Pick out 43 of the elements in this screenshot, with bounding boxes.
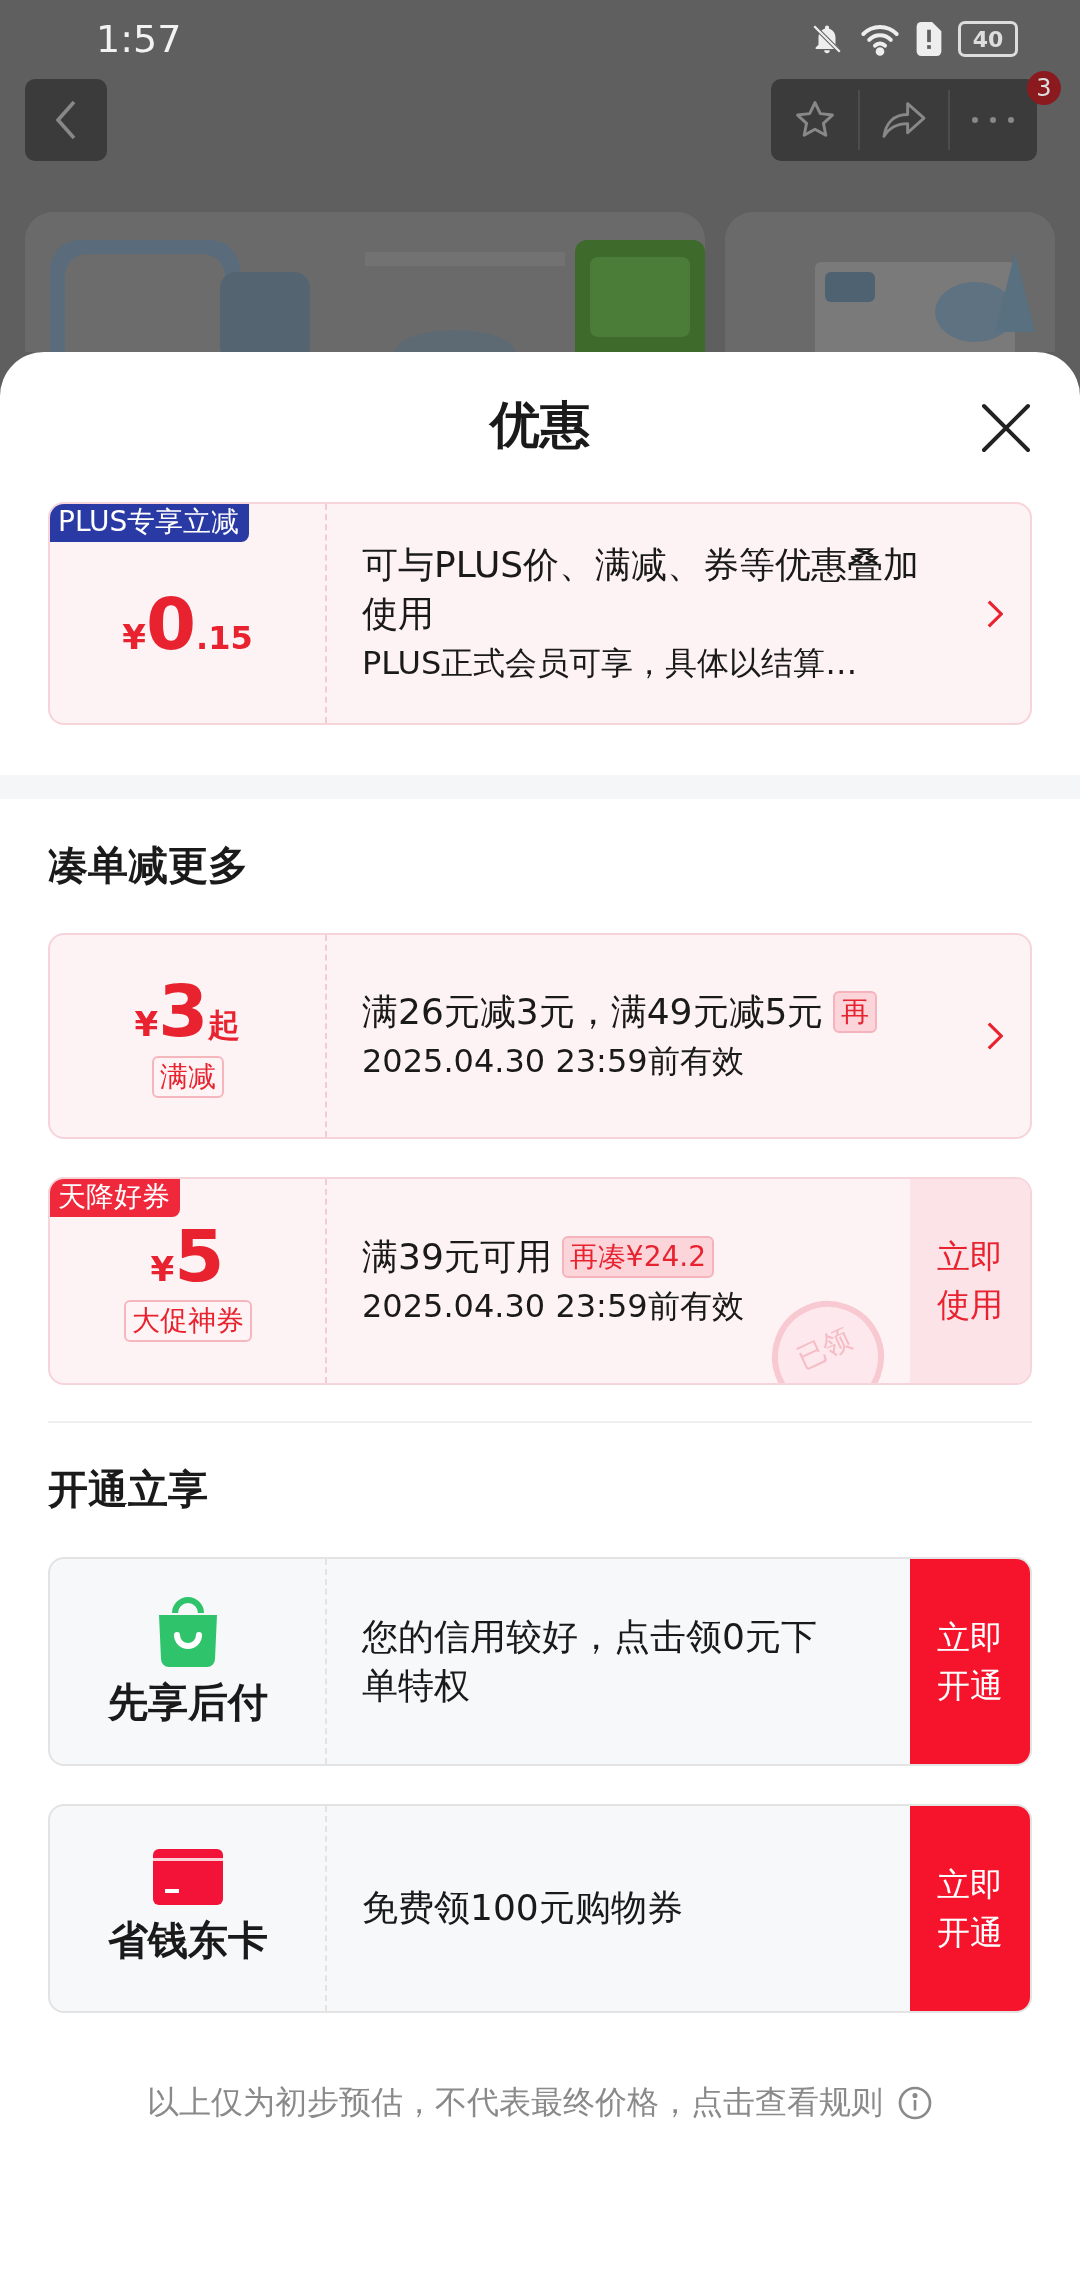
disclaimer-text: 以上仅为初步预估，不代表最终价格，点击查看规则 <box>147 2082 883 2123</box>
amount-suffix: 起 <box>208 1004 241 1046</box>
activate-button[interactable]: 立即开通 <box>910 1559 1030 1764</box>
info-icon[interactable] <box>897 2085 933 2121</box>
card-icon <box>152 1849 223 1905</box>
service-name: 先享后付 <box>107 1678 268 1727</box>
service-description: 免费领100元购物券 <box>362 1886 684 1931</box>
battery-level: 40 <box>958 21 1018 57</box>
coupon-condition: 满39元可用 <box>362 1234 552 1279</box>
share-icon <box>880 100 928 140</box>
section-title: 开通立享 <box>48 1467 209 1511</box>
activate-button[interactable]: 立即开通 <box>910 1806 1030 2011</box>
offer-note: PLUS正式会员可享，具体以结算… <box>362 643 859 685</box>
service-description: 您的信用较好，点击领0元下单特权 <box>362 1614 818 1708</box>
coupon-type-label: 大促神券 <box>123 1300 252 1342</box>
back-button[interactable] <box>25 79 107 161</box>
notification-badge: 3 <box>1027 71 1061 105</box>
coupon-amount: 5 <box>174 1220 225 1292</box>
offer-amount: 0 <box>145 587 197 660</box>
use-now-button[interactable]: 立即使用 <box>910 1179 1030 1383</box>
back-icon <box>54 100 78 140</box>
currency-symbol: ¥ <box>150 1249 175 1289</box>
sheet-title: 优惠 <box>490 394 590 456</box>
chevron-right-icon[interactable] <box>987 1022 1003 1050</box>
status-time: 1:57 <box>96 17 182 61</box>
validity-text: 2025.04.30 23:59前有效 <box>362 1041 745 1083</box>
offer-description: 可与PLUS价、满减、券等优惠叠加使用 <box>362 542 921 636</box>
service-name: 省钱东卡 <box>107 1916 268 1965</box>
wifi-icon <box>860 22 900 56</box>
coupon-condition: 满26元减3元，满49元减5元 <box>362 989 824 1034</box>
sim-alert-icon <box>916 22 942 56</box>
validity-text: 2025.04.30 23:59前有效 <box>362 1286 745 1328</box>
top-up-hint: 再凑¥24.2 <box>561 1236 714 1278</box>
coupon-amount: 3 <box>158 974 209 1047</box>
currency-symbol: ¥ <box>134 1003 159 1044</box>
coupon-tag: 天降好券 <box>50 1179 180 1217</box>
chevron-right-icon[interactable] <box>987 599 1003 628</box>
top-up-hint: 再 <box>833 991 878 1033</box>
currency-symbol: ¥ <box>122 616 146 657</box>
plus-tag: PLUS专享立减 <box>50 504 250 542</box>
section-title: 凑单减更多 <box>48 843 249 887</box>
coupon-type-label: 满减 <box>151 1055 224 1098</box>
offer-decimal: .15 <box>196 618 253 657</box>
